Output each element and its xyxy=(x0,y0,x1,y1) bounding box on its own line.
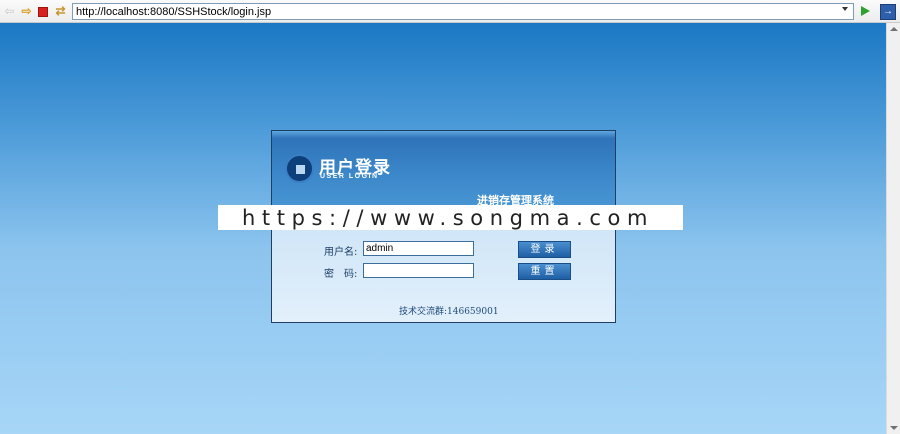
external-icon[interactable]: → xyxy=(880,4,896,20)
login-subtitle: USER LOGIN xyxy=(320,173,379,180)
password-input[interactable] xyxy=(363,263,474,278)
password-label: 密 码: xyxy=(324,269,358,280)
back-icon[interactable]: ⇦ xyxy=(3,5,16,18)
login-button[interactable]: 登录 xyxy=(518,241,571,258)
vertical-scrollbar[interactable] xyxy=(886,23,900,434)
dropdown-icon[interactable] xyxy=(842,7,848,11)
watermark-text: https://www.songma.com xyxy=(242,206,655,230)
browser-toolbar: ⇦ ⇨ ⇄ → xyxy=(0,0,900,23)
address-bar[interactable] xyxy=(72,3,854,20)
login-form: 用户名: 密 码: 登录 重置 技术交流群:146659001 xyxy=(272,222,615,322)
username-label: 用户名: xyxy=(324,247,358,258)
forward-icon[interactable]: ⇨ xyxy=(20,5,33,18)
scroll-down-icon[interactable] xyxy=(890,426,898,430)
refresh-icon[interactable]: ⇄ xyxy=(54,5,67,18)
stop-icon[interactable] xyxy=(38,7,48,17)
go-icon[interactable] xyxy=(861,6,870,16)
watermark-banner: https://www.songma.com xyxy=(218,205,683,230)
username-input[interactable] xyxy=(363,241,474,256)
scroll-up-icon[interactable] xyxy=(890,27,898,31)
reset-button[interactable]: 重置 xyxy=(518,263,571,280)
contact-info: 技术交流群:146659001 xyxy=(399,307,499,317)
header-stripe xyxy=(272,131,615,139)
logo-square-icon xyxy=(296,165,305,174)
